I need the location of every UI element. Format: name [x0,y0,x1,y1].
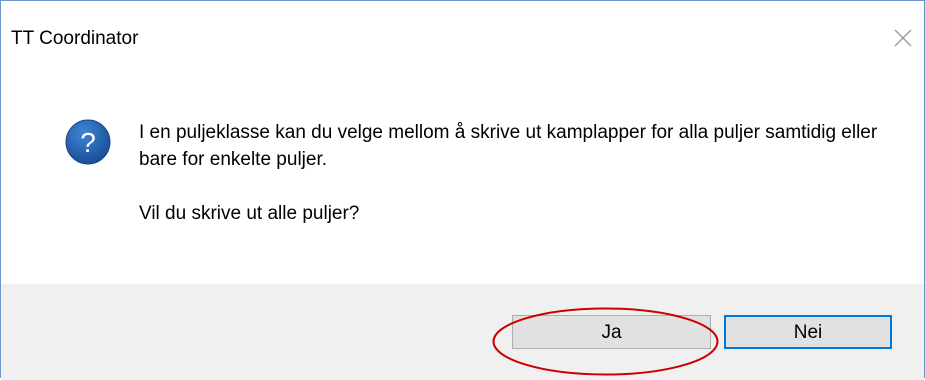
svg-text:?: ? [80,127,96,158]
close-icon [894,29,912,47]
message-paragraph-2: Vil du skrive ut alle puljer? [139,203,360,224]
close-button[interactable] [890,25,916,51]
no-button[interactable]: Nei [724,315,892,349]
question-icon: ? [65,119,111,165]
message-text: I en puljeklasse kan du velge mellom å s… [139,119,879,227]
dialog-content: ? I en puljeklasse kan du velge mellom å… [1,77,924,277]
message-dialog: TT Coordinator ? I en puljeklasse kan du… [0,0,925,380]
title-bar[interactable]: TT Coordinator [1,1,924,77]
window-title: TT Coordinator [11,28,139,49]
yes-button[interactable]: Ja [512,315,711,349]
message-paragraph-1: I en puljeklasse kan du velge mellom å s… [139,122,878,170]
